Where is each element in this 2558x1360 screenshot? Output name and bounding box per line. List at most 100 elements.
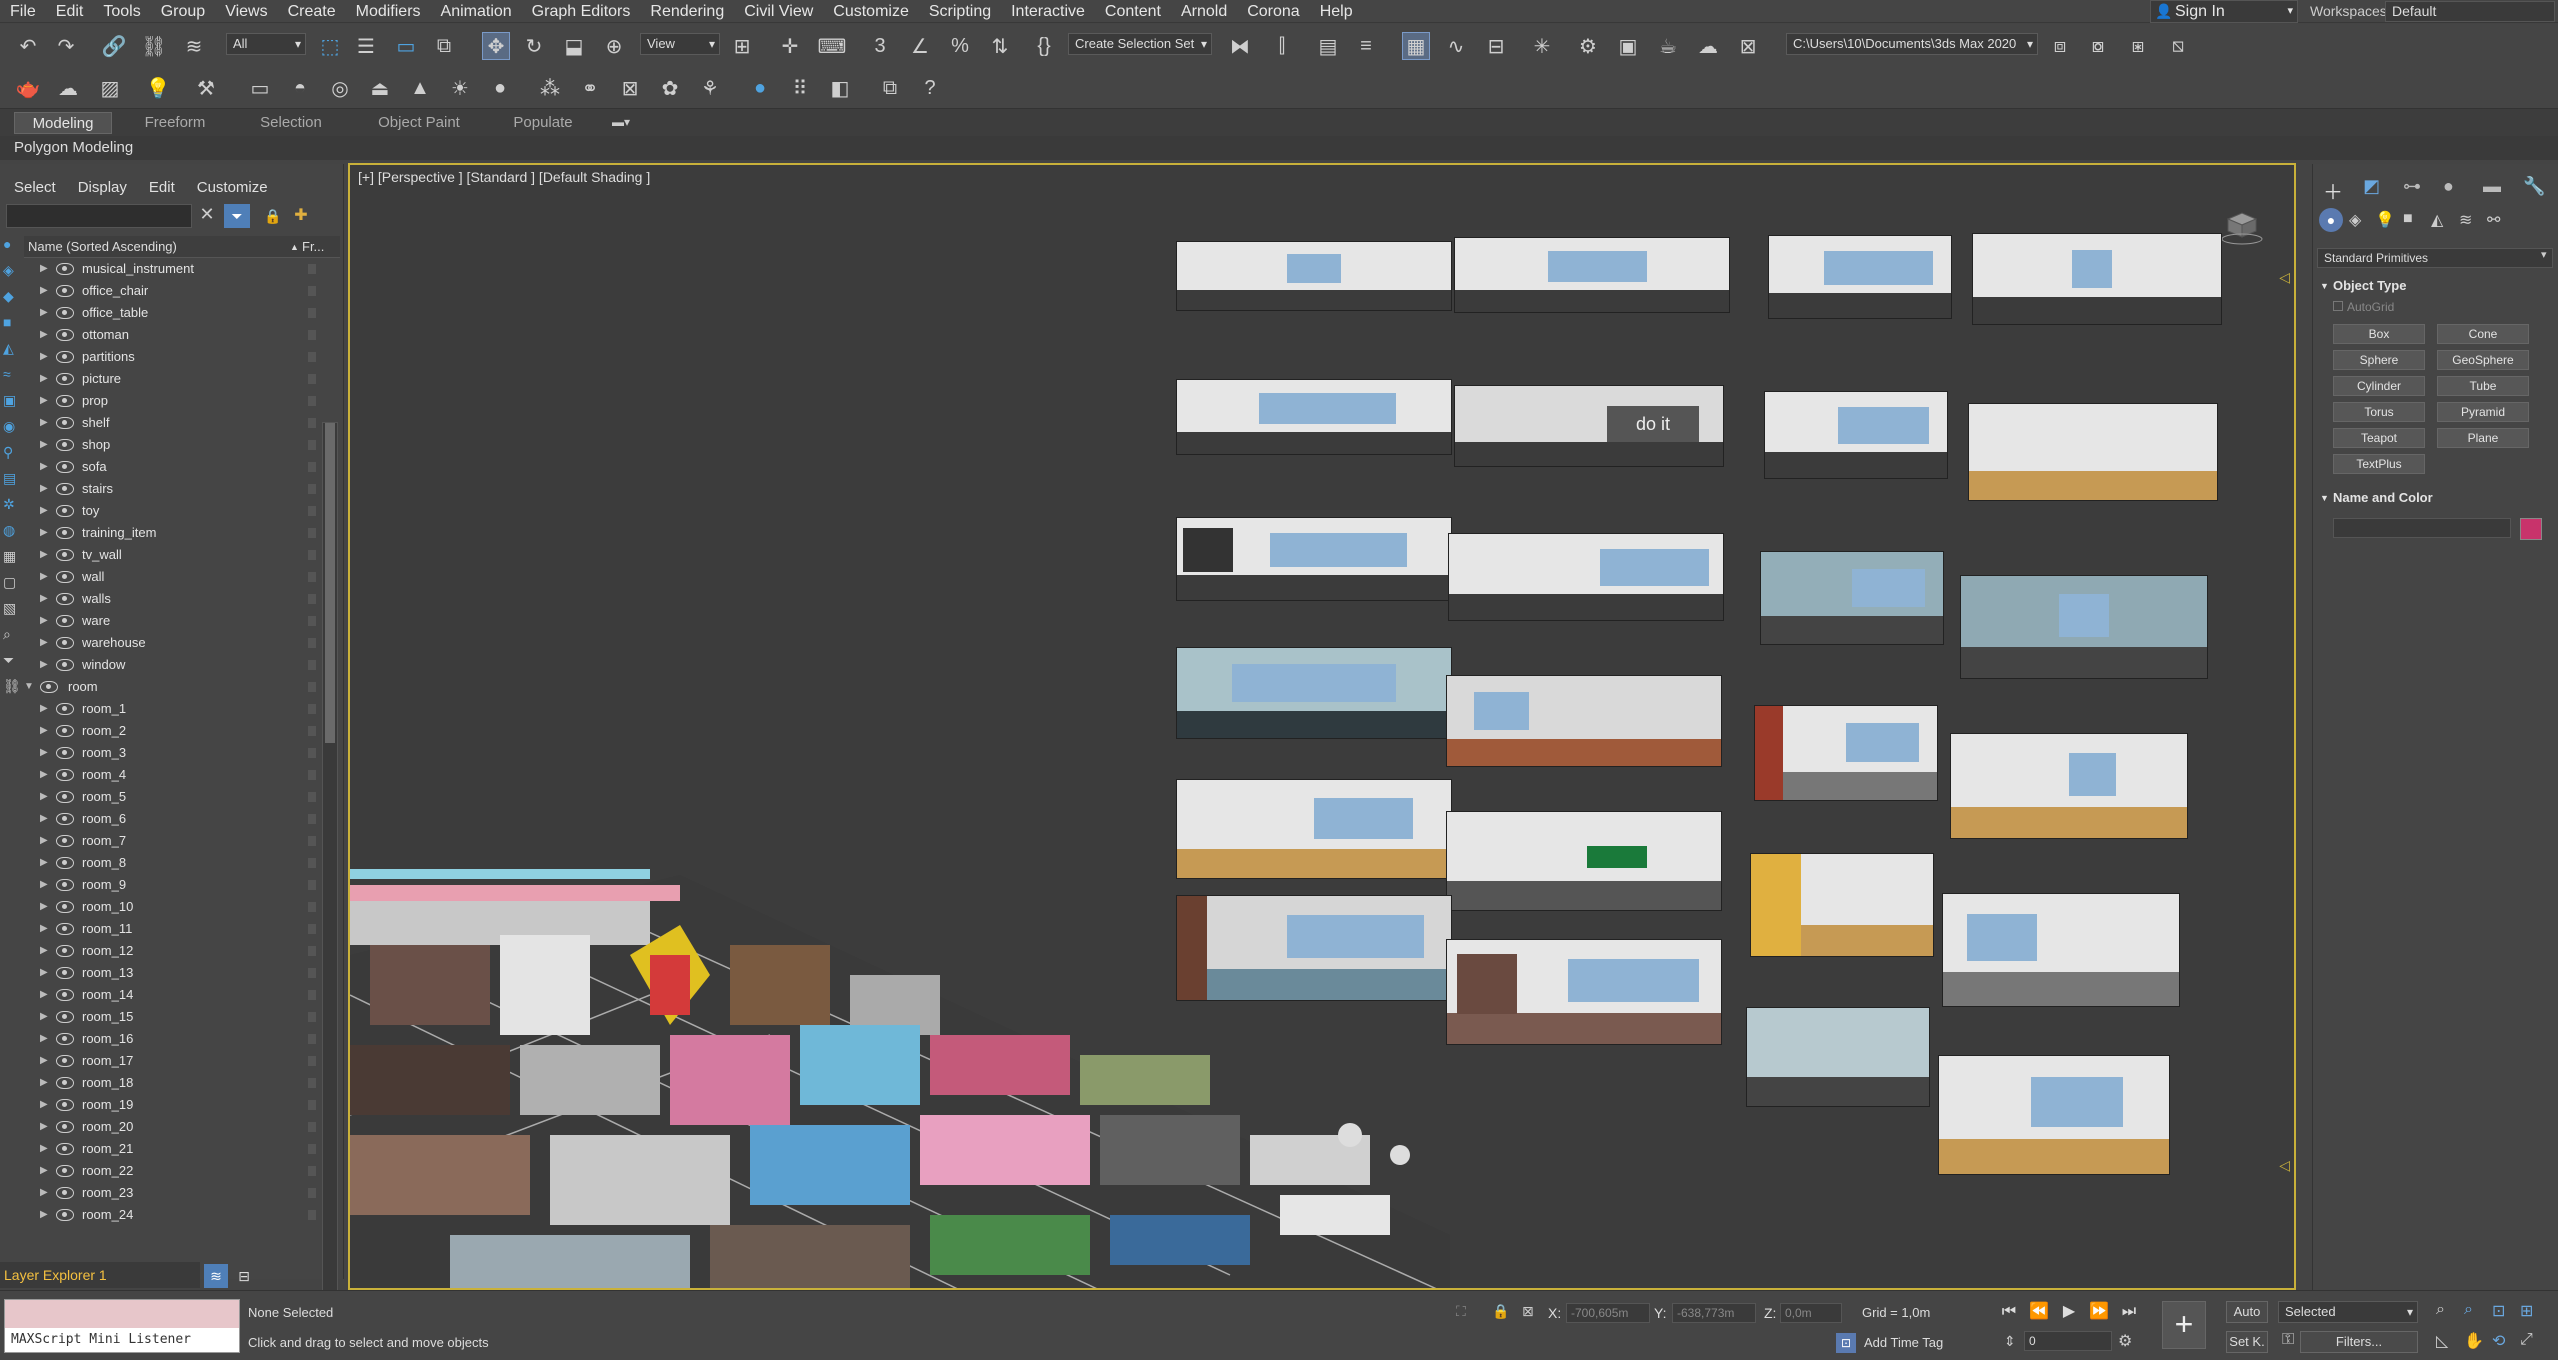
container-update-icon[interactable]: ⧆: [2124, 32, 2152, 60]
decal-icon[interactable]: ✿: [656, 74, 684, 102]
display-groups-icon[interactable]: ▣: [3, 392, 16, 409]
expand-icon[interactable]: ▶: [40, 258, 48, 280]
visibility-eye-icon[interactable]: [56, 857, 74, 869]
visibility-eye-icon[interactable]: [56, 923, 74, 935]
fur-icon[interactable]: ⚘: [696, 74, 724, 102]
sun-settings-icon[interactable]: ⚒: [192, 74, 220, 102]
visibility-eye-icon[interactable]: [56, 329, 74, 341]
room-model[interactable]: [1764, 391, 1948, 479]
visibility-eye-icon[interactable]: [56, 813, 74, 825]
bind-space-warp-icon[interactable]: ≋: [180, 32, 208, 60]
expand-icon[interactable]: ▶: [40, 434, 48, 456]
isolate-selection-icon[interactable]: ⛶: [1456, 1303, 1466, 1320]
previous-frame-icon[interactable]: ⏪: [2028, 1301, 2050, 1323]
tab-populate[interactable]: Populate: [494, 112, 592, 134]
viewcube-icon[interactable]: [2220, 205, 2264, 249]
reference-coordinate-dropdown[interactable]: View: [640, 33, 720, 55]
multimap-icon[interactable]: ⠿: [786, 74, 814, 102]
explorer-row[interactable]: ▶ room_3: [24, 742, 320, 764]
visibility-eye-icon[interactable]: [56, 263, 74, 275]
mirror-icon[interactable]: ⧓: [1226, 32, 1254, 60]
visibility-eye-icon[interactable]: [56, 901, 74, 913]
expand-icon[interactable]: ▶: [40, 456, 48, 478]
visibility-eye-icon[interactable]: [56, 1077, 74, 1089]
viewport-label[interactable]: [+] [Perspective ] [Standard ] [Default …: [358, 169, 650, 185]
visibility-eye-icon[interactable]: [56, 1187, 74, 1199]
zoom-extents-all-icon[interactable]: ⊞: [2520, 1301, 2533, 1321]
a360-gallery-icon[interactable]: ⊠: [1734, 32, 1762, 60]
schematic-view-icon[interactable]: ⊟: [1482, 32, 1510, 60]
expand-icon[interactable]: ▶: [40, 302, 48, 324]
explorer-row[interactable]: ▶ ware: [24, 610, 320, 632]
teapot-icon[interactable]: 🫖: [14, 74, 42, 102]
align-icon[interactable]: ⫿: [1268, 32, 1296, 60]
select-manipulate-icon[interactable]: ✛: [776, 32, 804, 60]
sort-by-hierarchy-icon[interactable]: ⊟: [232, 1264, 256, 1288]
explorer-row[interactable]: ▶ room_8: [24, 852, 320, 874]
room-model[interactable]: do it: [1454, 385, 1724, 467]
freeze-toggle-icon[interactable]: [308, 374, 316, 384]
selection-lock-icon[interactable]: 🔒: [1492, 1303, 1509, 1320]
cone-light-icon[interactable]: ▲: [406, 74, 434, 102]
keyboard-shortcut-override-icon[interactable]: ⌨: [818, 32, 847, 60]
expand-icon[interactable]: ▶: [40, 368, 48, 390]
x-coordinate-field[interactable]: -700,605m: [1566, 1303, 1650, 1323]
visibility-eye-icon[interactable]: [56, 615, 74, 627]
display-bones-icon[interactable]: ⚲: [3, 444, 13, 461]
freeze-toggle-icon[interactable]: [308, 1012, 316, 1022]
expand-icon[interactable]: ▶: [40, 1182, 48, 1204]
expand-icon[interactable]: ▶: [40, 280, 48, 302]
expand-icon[interactable]: ▶: [40, 1160, 48, 1182]
room-model[interactable]: [1446, 811, 1722, 911]
pivot-center-icon[interactable]: ⊞: [728, 32, 756, 60]
explorer-row[interactable]: ▶ room_10: [24, 896, 320, 918]
play-icon[interactable]: ▶: [2058, 1301, 2080, 1323]
asset-library-models[interactable]: [350, 815, 1450, 1290]
explorer-row[interactable]: ▶ warehouse: [24, 632, 320, 654]
display-lights-icon[interactable]: ◆: [3, 288, 14, 305]
menu-group[interactable]: Group: [151, 0, 215, 23]
freeze-toggle-icon[interactable]: [308, 814, 316, 824]
filter-side-icon[interactable]: ⏷: [3, 652, 14, 669]
visibility-eye-icon[interactable]: [56, 637, 74, 649]
disc-icon[interactable]: ◎: [326, 74, 354, 102]
display-frozen-icon[interactable]: ✲: [3, 496, 15, 513]
room-model[interactable]: [1176, 517, 1452, 601]
name-and-color-rollout[interactable]: Name and Color: [2317, 488, 2553, 508]
explorer-row[interactable]: ▶ room_18: [24, 1072, 320, 1094]
expand-icon[interactable]: ▶: [40, 1028, 48, 1050]
room-model[interactable]: [1176, 241, 1452, 311]
expand-icon[interactable]: ▶: [40, 324, 48, 346]
menu-file[interactable]: File: [0, 0, 46, 23]
freeze-toggle-icon[interactable]: [308, 506, 316, 516]
visibility-eye-icon[interactable]: [40, 681, 58, 693]
expand-icon[interactable]: ▶: [40, 500, 48, 522]
maxscript-output[interactable]: MAXScript Mini Listener: [5, 1328, 239, 1352]
z-coordinate-field[interactable]: 0,0m: [1780, 1303, 1842, 1323]
menu-modifiers[interactable]: Modifiers: [346, 0, 431, 23]
visibility-eye-icon[interactable]: [56, 945, 74, 957]
expand-icon[interactable]: ▶: [40, 610, 48, 632]
expand-icon[interactable]: ▶: [40, 1116, 48, 1138]
freeze-toggle-icon[interactable]: [308, 484, 316, 494]
visibility-eye-icon[interactable]: [56, 307, 74, 319]
workspace-select[interactable]: Default: [2385, 1, 2555, 22]
expand-icon[interactable]: ▶: [40, 1050, 48, 1072]
add-time-tag[interactable]: Add Time Tag: [1864, 1335, 1943, 1350]
menu-rendering[interactable]: Rendering: [640, 0, 734, 23]
freeze-toggle-icon[interactable]: [308, 550, 316, 560]
y-coordinate-field[interactable]: -638,773m: [1672, 1303, 1756, 1323]
render-setup-icon[interactable]: ⚙: [1574, 32, 1602, 60]
hierarchy-tab-icon[interactable]: ⊶: [2403, 176, 2421, 197]
modify-tab-icon[interactable]: ◩: [2363, 176, 2380, 197]
key-filters-button[interactable]: Filters...: [2300, 1331, 2418, 1353]
visibility-eye-icon[interactable]: [56, 549, 74, 561]
room-model[interactable]: [1968, 403, 2218, 501]
explorer-row[interactable]: ▶ training_item: [24, 522, 320, 544]
menu-content[interactable]: Content: [1095, 0, 1171, 23]
freeze-toggle-icon[interactable]: [308, 264, 316, 274]
toggle-layer-explorer-icon[interactable]: ≡: [1352, 32, 1380, 60]
visibility-eye-icon[interactable]: [56, 879, 74, 891]
display-all-icon[interactable]: ▦: [3, 548, 16, 565]
sphere-button[interactable]: Sphere: [2333, 350, 2425, 370]
